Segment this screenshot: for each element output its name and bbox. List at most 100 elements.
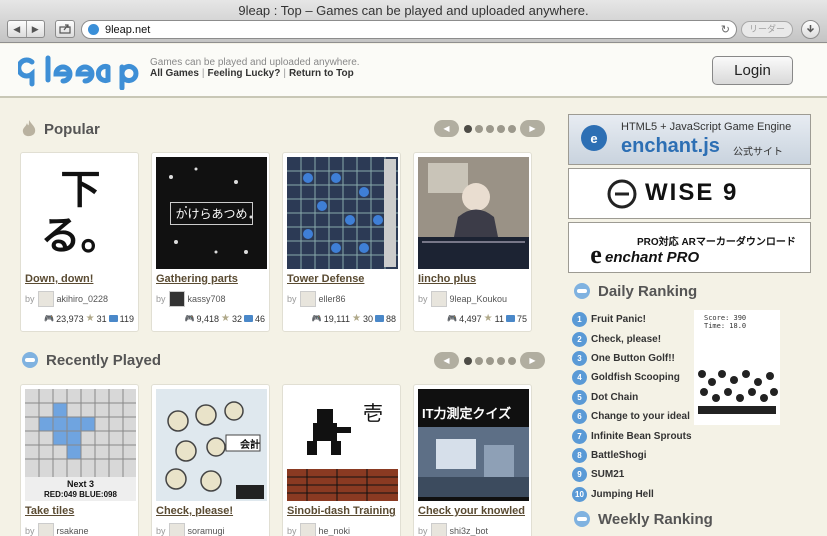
comment-count: 119 bbox=[119, 313, 134, 324]
popular-section-header: Popular bbox=[20, 119, 100, 139]
game-title[interactable]: Gathering parts bbox=[156, 273, 270, 285]
author-name[interactable]: eller86 bbox=[319, 294, 346, 304]
reload-icon[interactable]: ↻ bbox=[721, 23, 730, 36]
rank-number: 10 bbox=[572, 486, 587, 502]
author-name[interactable]: kassy708 bbox=[188, 294, 226, 304]
game-controller-icon bbox=[22, 352, 38, 368]
ranking-game-name[interactable]: Infinite Bean Sprouts bbox=[591, 431, 692, 442]
game-thumbnail[interactable]: IT力測定クイズ bbox=[418, 389, 529, 501]
game-thumbnail[interactable]: 会計 bbox=[156, 389, 267, 501]
ranking-item[interactable]: 5 Dot Chain bbox=[572, 388, 692, 407]
author-name[interactable]: shi3z_bot bbox=[450, 526, 489, 536]
game-thumbnail[interactable]: かけらあつめ bbox=[156, 157, 267, 269]
game-card[interactable]: Iincho plus by 9leap_Koukou 🎮 4,497 ★ 11 7… bbox=[413, 152, 532, 332]
pager-dot[interactable] bbox=[496, 124, 505, 133]
ranking-item[interactable]: 10 Jumping Hell bbox=[572, 485, 692, 504]
rank-number: 9 bbox=[572, 467, 587, 483]
avatar[interactable] bbox=[430, 291, 447, 307]
author-name[interactable]: soramugi bbox=[188, 526, 225, 536]
game-card[interactable]: Tower Defense by eller86 🎮 19,111 ★ 30 88 bbox=[282, 152, 401, 332]
game-title[interactable]: Down, down! bbox=[25, 273, 139, 285]
game-thumbnail[interactable]: 下る。 bbox=[25, 157, 136, 269]
link-return-to-top[interactable]: Return to Top bbox=[289, 68, 354, 79]
avatar[interactable] bbox=[168, 523, 185, 536]
ranking-item[interactable]: 1 Fruit Panic! bbox=[572, 310, 692, 329]
wise9-banner[interactable]: WISE 9 bbox=[568, 168, 811, 219]
game-title[interactable]: Iincho plus bbox=[418, 273, 532, 285]
game-thumbnail[interactable]: 壱 bbox=[287, 389, 398, 501]
game-title[interactable]: Sinobi-dash Training bbox=[287, 505, 401, 517]
enchant-pro-banner[interactable]: PRO対応 ARマーカーダウンロード e enchant PRO bbox=[568, 222, 811, 273]
game-thumbnail[interactable] bbox=[418, 157, 529, 269]
game-card[interactable]: Next 3 RED:049 BLUE:098 Take tiles by rs… bbox=[20, 384, 139, 536]
game-thumbnail[interactable] bbox=[287, 157, 398, 269]
link-feeling-lucky[interactable]: Feeling Lucky? bbox=[208, 68, 281, 79]
author-name[interactable]: 9leap_Koukou bbox=[450, 294, 508, 304]
pager-next-button[interactable]: ▶ bbox=[520, 352, 545, 369]
ranking-item[interactable]: 6 Change to your ideal bbox=[572, 407, 692, 426]
ranking-game-name[interactable]: BattleShogi bbox=[591, 450, 647, 461]
ranking-game-name[interactable]: Change to your ideal bbox=[591, 411, 690, 422]
game-card[interactable]: かけらあつめ Gathering parts by kassy708 🎮 9,41… bbox=[151, 152, 270, 332]
back-button[interactable]: ◀ bbox=[8, 21, 26, 37]
link-all-games[interactable]: All Games bbox=[150, 68, 199, 79]
ranking-item[interactable]: 9 SUM21 bbox=[572, 465, 692, 484]
avatar[interactable] bbox=[37, 291, 54, 307]
ranking-game-name[interactable]: Dot Chain bbox=[591, 392, 638, 403]
pager-prev-button[interactable]: ◀ bbox=[434, 352, 459, 369]
game-stats: 🎮 4,497 ★ 11 75 bbox=[447, 313, 527, 324]
avatar[interactable] bbox=[430, 523, 447, 536]
ranking-game-name[interactable]: Check, please! bbox=[591, 334, 661, 345]
game-thumbnail[interactable]: Next 3 RED:049 BLUE:098 bbox=[25, 389, 136, 501]
author-name[interactable]: rsakane bbox=[57, 526, 89, 536]
author-name[interactable]: he_noki bbox=[319, 526, 351, 536]
pager-dot[interactable] bbox=[474, 124, 483, 133]
pager-dot[interactable] bbox=[463, 356, 472, 365]
login-button[interactable]: Login bbox=[712, 56, 793, 85]
ranking-item[interactable]: 7 Infinite Bean Sprouts bbox=[572, 426, 692, 445]
ranking-item[interactable]: 4 Goldfish Scooping bbox=[572, 368, 692, 387]
pager-dot[interactable] bbox=[507, 124, 516, 133]
game-card[interactable]: 壱 Sinobi-dash Training by he_noki bbox=[282, 384, 401, 536]
pager-dot[interactable] bbox=[485, 356, 494, 365]
game-card[interactable]: 下る。 Down, down! by akihiro_0228 🎮 23,973 … bbox=[20, 152, 139, 332]
address-bar[interactable]: 9leap.net ↻ bbox=[81, 20, 737, 39]
enchantjs-banner[interactable]: e HTML5 + JavaScript Game Engine enchant… bbox=[568, 114, 811, 165]
pager-prev-button[interactable]: ◀ bbox=[434, 120, 459, 137]
gamepad-icon: 🎮 bbox=[184, 314, 195, 323]
reader-button[interactable]: リーダー bbox=[741, 21, 793, 38]
banner-brand: WISE 9 bbox=[645, 179, 739, 206]
forward-button[interactable]: ▶ bbox=[25, 21, 45, 37]
avatar[interactable] bbox=[299, 523, 316, 536]
ranking-item[interactable]: 8 BattleShogi bbox=[572, 446, 692, 465]
share-button[interactable] bbox=[55, 20, 75, 38]
game-title[interactable]: Check, please! bbox=[156, 505, 270, 517]
game-card[interactable]: 会計 Check, please! by soramugi bbox=[151, 384, 270, 536]
download-button[interactable] bbox=[801, 20, 820, 39]
game-title[interactable]: Take tiles bbox=[25, 505, 139, 517]
ranking-game-name[interactable]: Goldfish Scooping bbox=[591, 372, 680, 383]
game-title[interactable]: Tower Defense bbox=[287, 273, 401, 285]
pager-dot[interactable] bbox=[463, 124, 472, 133]
pager-dot[interactable] bbox=[485, 124, 494, 133]
avatar[interactable] bbox=[299, 291, 316, 307]
play-count: 23,973 bbox=[56, 313, 84, 324]
9leap-logo[interactable] bbox=[18, 54, 140, 90]
ranking-icon bbox=[574, 283, 590, 299]
ranking-game-name[interactable]: SUM21 bbox=[591, 469, 624, 480]
avatar[interactable] bbox=[37, 523, 54, 536]
ranking-screenshot[interactable]: Score: 390 Time: 18.0 bbox=[694, 310, 780, 425]
ranking-item[interactable]: 2 Check, please! bbox=[572, 329, 692, 348]
ranking-item[interactable]: 3 One Button Golf!! bbox=[572, 349, 692, 368]
author-name[interactable]: akihiro_0228 bbox=[57, 294, 109, 304]
pager-dot[interactable] bbox=[507, 356, 516, 365]
game-card[interactable]: IT力測定クイズ Check your knowled by shi3z_bot bbox=[413, 384, 532, 536]
ranking-game-name[interactable]: One Button Golf!! bbox=[591, 353, 675, 364]
ranking-game-name[interactable]: Fruit Panic! bbox=[591, 314, 646, 325]
pager-next-button[interactable]: ▶ bbox=[520, 120, 545, 137]
pager-dot[interactable] bbox=[474, 356, 483, 365]
avatar[interactable] bbox=[168, 291, 185, 307]
pager-dot[interactable] bbox=[496, 356, 505, 365]
ranking-game-name[interactable]: Jumping Hell bbox=[591, 489, 654, 500]
game-title[interactable]: Check your knowled bbox=[418, 505, 532, 517]
